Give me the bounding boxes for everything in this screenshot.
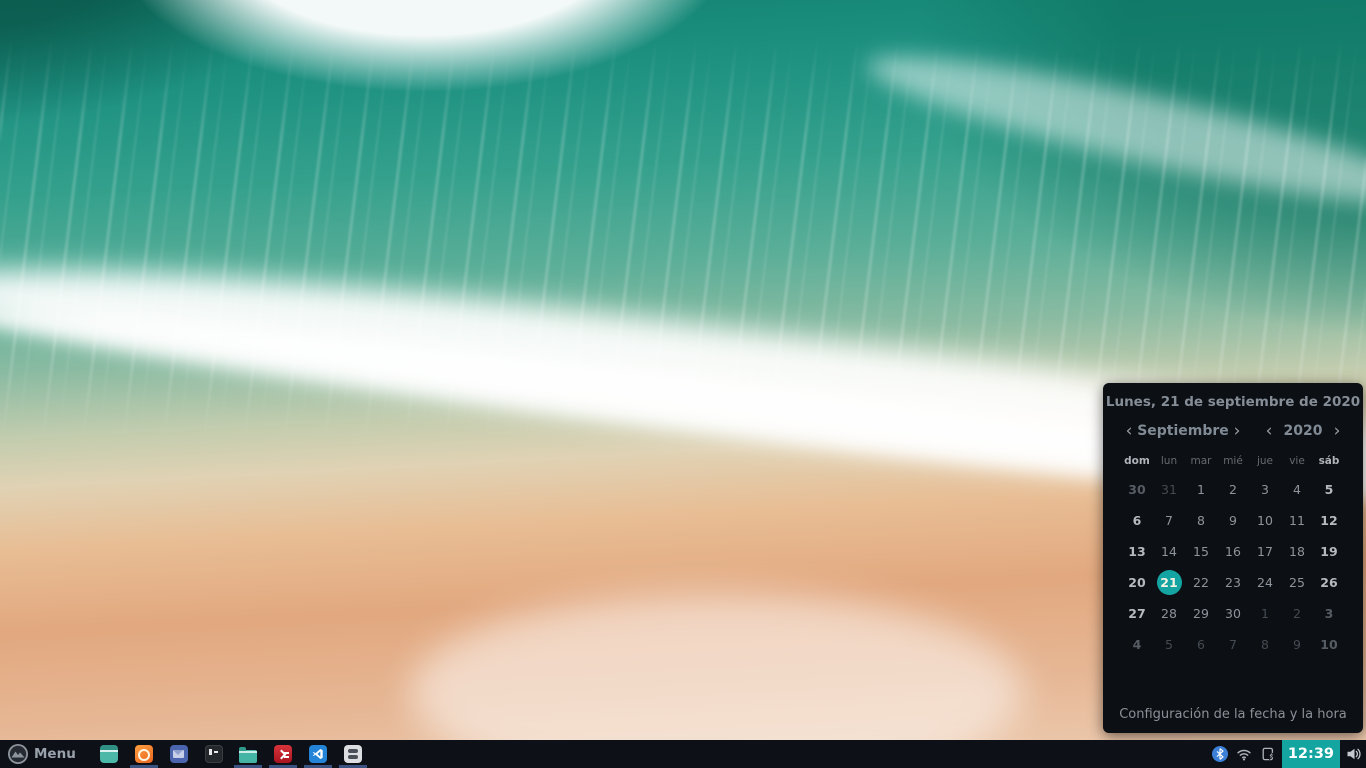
distro-logo-icon	[8, 744, 28, 764]
calendar-day-headers: domlunmarmiéjueviesáb	[1103, 455, 1363, 467]
month-label: Septiembre	[1137, 423, 1229, 439]
calendar-day-3-adjacent[interactable]: 3	[1313, 598, 1345, 629]
calendar-day-2-adjacent[interactable]: 2	[1281, 598, 1313, 629]
wallpaper-beach-foam	[410, 592, 1025, 740]
calendar-date-title: Lunes, 21 de septiembre de 2020	[1103, 394, 1363, 410]
calendar-day-30-adjacent[interactable]: 30	[1121, 474, 1153, 505]
prev-month-button[interactable]: ‹	[1121, 423, 1137, 439]
calendar-day-4-adjacent[interactable]: 4	[1121, 629, 1153, 660]
calendar-nav: ‹ Septiembre › ‹ 2020 ›	[1121, 423, 1345, 439]
day-header-mié: mié	[1217, 455, 1249, 467]
calendar-day-28[interactable]: 28	[1153, 598, 1185, 629]
launcher-terminal[interactable]	[199, 740, 229, 768]
calendar-day-12[interactable]: 12	[1313, 505, 1345, 536]
desktop: Lunes, 21 de septiembre de 2020 ‹ Septie…	[0, 0, 1366, 768]
stacked-windows-icon	[344, 745, 362, 763]
calendar-day-2[interactable]: 2	[1217, 474, 1249, 505]
day-header-sáb: sáb	[1313, 455, 1345, 467]
system-tray: 12:39	[1208, 740, 1366, 768]
menu-label: Menu	[34, 746, 76, 762]
calendar-day-18[interactable]: 18	[1281, 536, 1313, 567]
calendar-day-27[interactable]: 27	[1121, 598, 1153, 629]
launcher-vscode[interactable]	[303, 740, 333, 768]
calendar-day-25[interactable]: 25	[1281, 567, 1313, 598]
calendar-day-31-adjacent[interactable]: 31	[1153, 474, 1185, 505]
launcher-show-desktop[interactable]	[94, 740, 124, 768]
next-year-button[interactable]: ›	[1329, 423, 1345, 439]
calendar-day-7[interactable]: 7	[1153, 505, 1185, 536]
launcher-root-terminal[interactable]	[268, 740, 298, 768]
year-label: 2020	[1277, 423, 1329, 439]
calendar-day-9[interactable]: 9	[1217, 505, 1249, 536]
calendar-day-10-adjacent[interactable]: 10	[1313, 629, 1345, 660]
calendar-day-1-adjacent[interactable]: 1	[1249, 598, 1281, 629]
window-icon	[100, 745, 118, 763]
calendar-day-10[interactable]: 10	[1249, 505, 1281, 536]
calendar-day-3[interactable]: 3	[1249, 474, 1281, 505]
calendar-day-19[interactable]: 19	[1313, 536, 1345, 567]
terminal-icon	[205, 745, 223, 763]
day-header-lun: lun	[1153, 455, 1185, 467]
launcher-firefox[interactable]	[129, 740, 159, 768]
calendar-day-11[interactable]: 11	[1281, 505, 1313, 536]
calendar-day-4[interactable]: 4	[1281, 474, 1313, 505]
calendar-day-1[interactable]: 1	[1185, 474, 1217, 505]
calendar-day-24[interactable]: 24	[1249, 567, 1281, 598]
day-header-mar: mar	[1185, 455, 1217, 467]
calendar-day-6[interactable]: 6	[1121, 505, 1153, 536]
bluetooth-icon[interactable]	[1212, 746, 1228, 762]
vscode-icon	[309, 745, 327, 763]
calendar-day-16[interactable]: 16	[1217, 536, 1249, 567]
next-month-button[interactable]: ›	[1229, 423, 1245, 439]
calendar-grid: 3031123456789101112131415161718192021222…	[1103, 474, 1363, 660]
taskbar: Menu	[0, 740, 1366, 768]
calendar-day-30[interactable]: 30	[1217, 598, 1249, 629]
calendar-day-8-adjacent[interactable]: 8	[1249, 629, 1281, 660]
day-header-dom: dom	[1121, 455, 1153, 467]
calendar-day-21[interactable]: 21	[1153, 567, 1185, 598]
calendar-day-9-adjacent[interactable]: 9	[1281, 629, 1313, 660]
day-header-vie: vie	[1281, 455, 1313, 467]
calendar-day-13[interactable]: 13	[1121, 536, 1153, 567]
calendar-day-14[interactable]: 14	[1153, 536, 1185, 567]
terminal-red-icon	[274, 745, 292, 763]
calendar-day-29[interactable]: 29	[1185, 598, 1217, 629]
calendar-day-6-adjacent[interactable]: 6	[1185, 629, 1217, 660]
calendar-popup: Lunes, 21 de septiembre de 2020 ‹ Septie…	[1103, 383, 1363, 733]
launcher-software-manager[interactable]	[338, 740, 368, 768]
menu-button[interactable]: Menu	[0, 740, 82, 768]
calendar-day-5-adjacent[interactable]: 5	[1153, 629, 1185, 660]
wifi-icon[interactable]	[1236, 746, 1252, 762]
datetime-settings-link[interactable]: Configuración de la fecha y la hora	[1103, 707, 1363, 722]
calendar-day-15[interactable]: 15	[1185, 536, 1217, 567]
launcher-file-manager[interactable]	[233, 740, 263, 768]
launcher-mail-client[interactable]	[164, 740, 194, 768]
firefox-icon	[135, 745, 153, 763]
day-header-jue: jue	[1249, 455, 1281, 467]
calendar-day-26[interactable]: 26	[1313, 567, 1345, 598]
clock-applet[interactable]: 12:39	[1282, 740, 1340, 768]
calendar-day-5[interactable]: 5	[1313, 474, 1345, 505]
calendar-day-8[interactable]: 8	[1185, 505, 1217, 536]
calendar-day-23[interactable]: 23	[1217, 567, 1249, 598]
folder-icon	[239, 750, 257, 763]
volume-icon[interactable]	[1346, 746, 1362, 762]
prev-year-button[interactable]: ‹	[1261, 423, 1277, 439]
calendar-day-20[interactable]: 20	[1121, 567, 1153, 598]
app-launchers	[92, 740, 370, 768]
calendar-day-22[interactable]: 22	[1185, 567, 1217, 598]
calendar-day-17[interactable]: 17	[1249, 536, 1281, 567]
calendar-day-7-adjacent[interactable]: 7	[1217, 629, 1249, 660]
battery-icon[interactable]	[1260, 746, 1276, 762]
mail-icon	[170, 745, 188, 763]
